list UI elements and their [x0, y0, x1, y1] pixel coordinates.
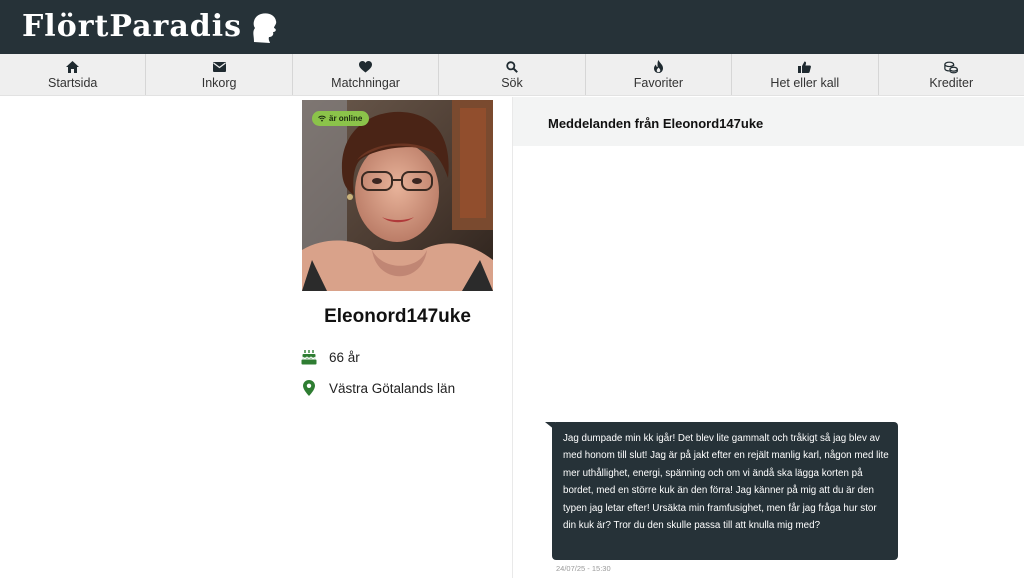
nav-startsida[interactable]: Startsida [0, 54, 147, 95]
heart-icon [359, 60, 373, 74]
map-pin-icon [300, 379, 318, 397]
nav-label: Matchningar [331, 75, 400, 90]
nav-krediter[interactable]: Krediter [879, 54, 1024, 95]
logo-text: FlörtParadis [22, 9, 243, 44]
nav-label: Krediter [929, 75, 974, 90]
wifi-icon [318, 115, 326, 122]
age-row: 66 år [300, 348, 360, 366]
nav-label: Inkorg [201, 75, 237, 90]
message-bubble[interactable]: Jag dumpade min kk igår! Det blev lite g… [552, 422, 898, 560]
message-timestamp: 24/07/25 - 15:30 [556, 564, 611, 573]
envelope-icon [212, 60, 226, 74]
birthday-cake-icon [300, 348, 318, 366]
message-text: Jag dumpade min kk igår! Det blev lite g… [563, 433, 889, 532]
nav-label: Het eller kall [770, 75, 840, 90]
search-icon [505, 60, 519, 74]
nav-inkorg[interactable]: Inkorg [146, 54, 293, 95]
thumbs-up-icon [798, 60, 812, 74]
silhouette-logo-icon [253, 12, 277, 43]
online-status-badge: är online [312, 111, 370, 126]
nav-label: Sök [501, 75, 523, 90]
profile-age: 66 år [329, 349, 360, 365]
site-logo[interactable]: FlörtParadis [22, 9, 280, 44]
panel-divider [512, 97, 513, 578]
coins-icon [944, 60, 959, 74]
profile-photo[interactable] [302, 100, 493, 291]
nav-matchningar[interactable]: Matchningar [293, 54, 440, 95]
flame-icon [651, 60, 665, 74]
location-row: Västra Götalands län [300, 379, 455, 397]
main-navigation: Startsida Inkorg Matchningar Sök Favorit… [0, 54, 1024, 96]
conversation-header: Meddelanden från Eleonord147uke [513, 97, 1024, 146]
online-badge-label: är online [329, 114, 363, 123]
nav-sok[interactable]: Sök [439, 54, 586, 95]
nav-het-eller-kall[interactable]: Het eller kall [732, 54, 879, 95]
conversation-title: Meddelanden från Eleonord147uke [548, 116, 764, 131]
home-icon [66, 60, 80, 74]
nav-label: Startsida [48, 75, 98, 90]
nav-label: Favoriter [633, 75, 684, 90]
nav-favoriter[interactable]: Favoriter [586, 54, 733, 95]
profile-location: Västra Götalands län [329, 380, 456, 396]
profile-photo-image [302, 100, 493, 291]
top-header: FlörtParadis [0, 0, 1024, 54]
profile-username: Eleonord147uke [324, 306, 471, 327]
